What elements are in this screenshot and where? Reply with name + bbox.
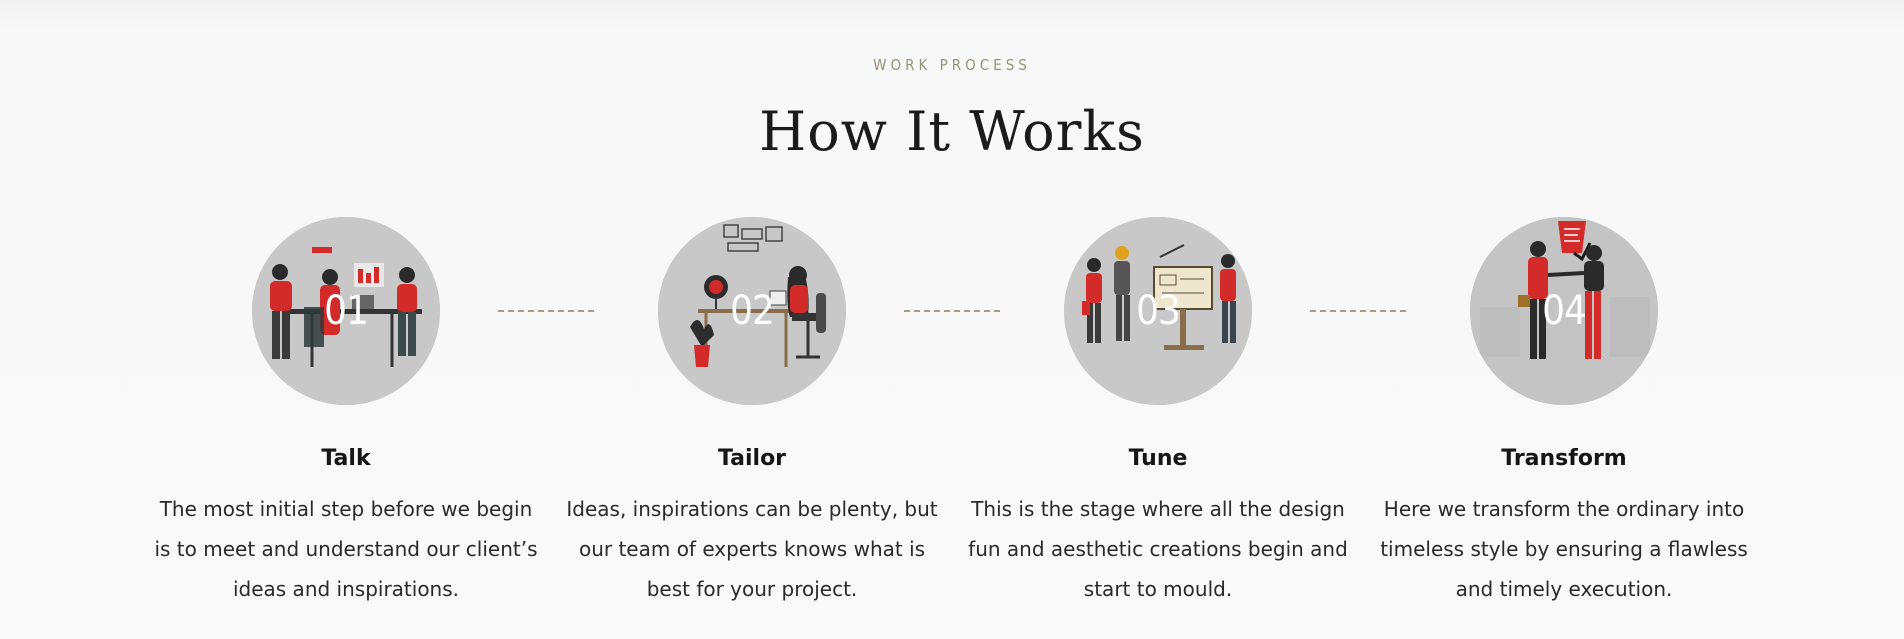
step-description: This is the stage where all the design f… xyxy=(968,497,1348,601)
process-step-tune: 03 Tune This is the stage where all the … xyxy=(958,217,1358,609)
step-number: 04 xyxy=(1542,288,1587,334)
step-title: Tune xyxy=(1128,446,1188,471)
step-description: Ideas, inspirations can be plenty, but o… xyxy=(566,497,938,601)
step-image-circle: 04 xyxy=(1470,217,1658,405)
step-number: 02 xyxy=(730,288,775,334)
how-it-works-section: WORK PROCESS How It Works 01 Talk The mo… xyxy=(0,0,1904,639)
process-step-talk: 01 Talk The most initial step before we … xyxy=(146,217,546,609)
process-step-tailor: 02 Tailor Ideas, inspirations can be ple… xyxy=(552,217,952,609)
step-number: 01 xyxy=(324,288,369,334)
step-image-circle: 02 xyxy=(658,217,846,405)
step-title: Transform xyxy=(1501,446,1627,471)
step-description: The most initial step before we begin is… xyxy=(154,497,538,601)
step-title: Tailor xyxy=(717,446,787,471)
step-title: Talk xyxy=(321,446,371,471)
step-description: Here we transform the ordinary into time… xyxy=(1380,497,1748,601)
step-image-circle: 01 xyxy=(252,217,440,405)
step-image-circle: 03 xyxy=(1064,217,1252,405)
process-step-transform: 04 Transform Here we transform the ordin… xyxy=(1364,217,1764,609)
section-eyebrow: WORK PROCESS xyxy=(873,56,1031,74)
section-title: How It Works xyxy=(759,100,1145,163)
step-number: 03 xyxy=(1136,288,1181,334)
